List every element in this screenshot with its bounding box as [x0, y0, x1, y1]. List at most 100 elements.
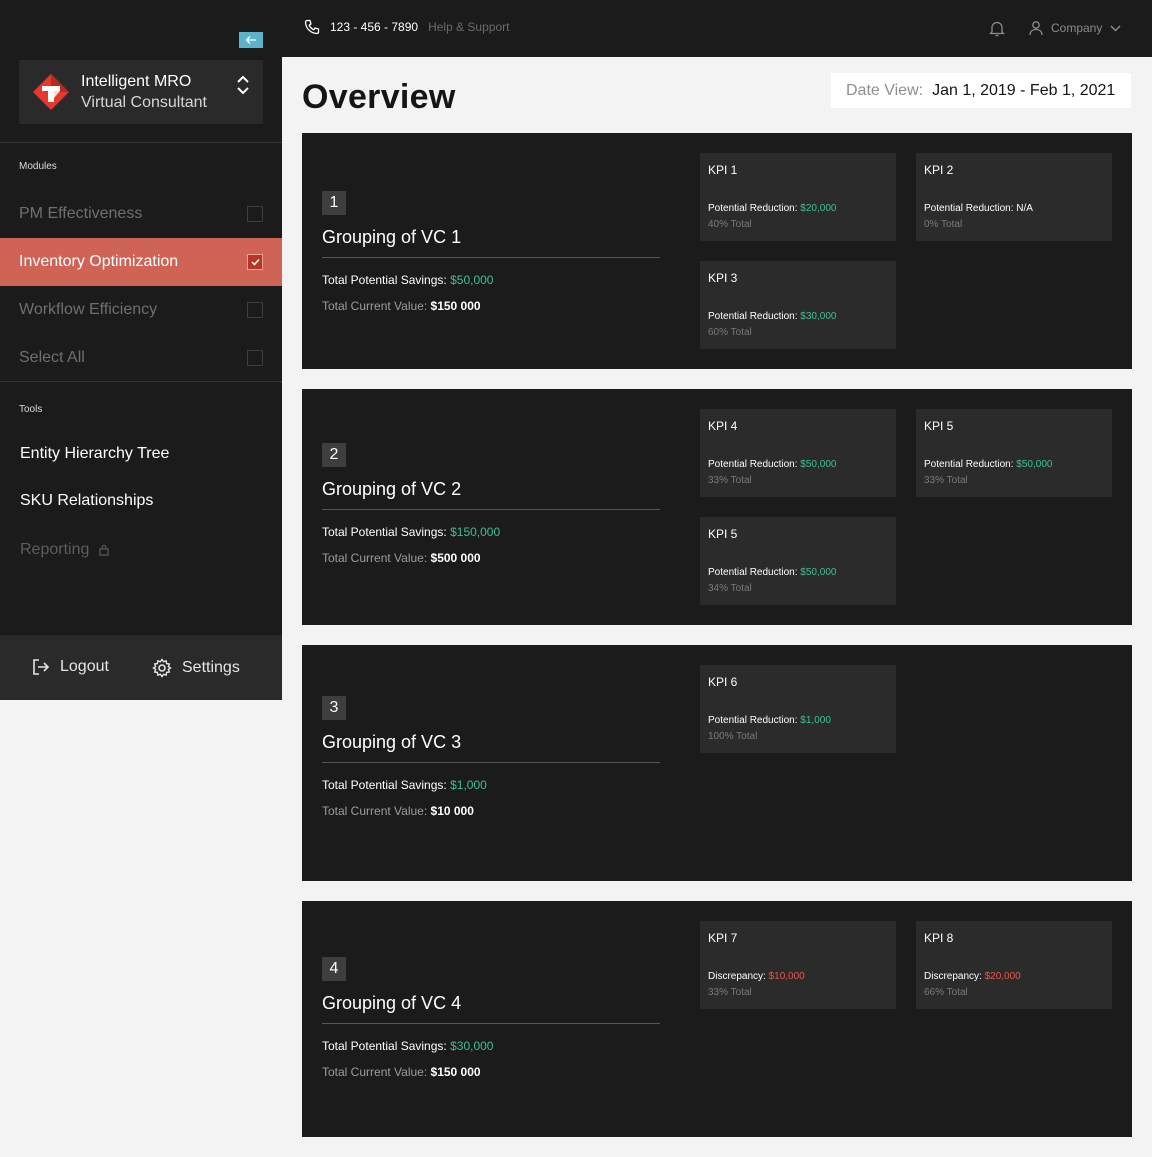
kpi-reduction: Potential Reduction: $50,000	[708, 567, 836, 578]
kpi-reduction-value: $1,000	[800, 715, 831, 726]
current-label: Total Current Value:	[322, 804, 428, 818]
module-checkbox[interactable]	[247, 206, 263, 222]
kpi-card[interactable]: KPI 1 Potential Reduction: $20,000 40% T…	[700, 153, 896, 241]
kpi-total: 33% Total	[708, 987, 752, 998]
settings-button[interactable]: Settings	[152, 658, 240, 678]
kpi-discrepancy-label: Discrepancy:	[708, 971, 766, 982]
total-potential-savings: Total Potential Savings: $150,000	[322, 525, 500, 539]
page-title: Overview	[302, 78, 456, 116]
total-current-value: Total Current Value: $150 000	[322, 1065, 481, 1079]
group-number-badge: 3	[322, 696, 346, 720]
kpi-reduction-label: Potential Reduction:	[708, 567, 798, 578]
sidebar-footer: Logout Settings	[0, 635, 282, 700]
kpi-card[interactable]: KPI 5 Potential Reduction: $50,000 34% T…	[700, 517, 896, 605]
total-potential-savings: Total Potential Savings: $50,000	[322, 273, 493, 287]
kpi-total: 60% Total	[708, 327, 752, 338]
divider	[0, 142, 282, 143]
kpi-reduction-label: Potential Reduction:	[924, 459, 1014, 470]
divider	[0, 381, 282, 382]
tool-reporting[interactable]: Reporting	[20, 541, 109, 559]
kpi-discrepancy-value: $20,000	[984, 971, 1021, 982]
divider	[322, 509, 660, 510]
module-select-all[interactable]: Select All	[0, 334, 282, 382]
collapse-arrow-icon	[245, 36, 256, 44]
kpi-card[interactable]: KPI 8 Discrepancy: $20,000 66% Total	[916, 921, 1112, 1009]
total-potential-savings: Total Potential Savings: $30,000	[322, 1039, 493, 1053]
savings-value: $1,000	[450, 778, 487, 792]
module-workflow-efficiency[interactable]: Workflow Efficiency	[0, 286, 282, 334]
kpi-reduction: Potential Reduction: N/A	[924, 203, 1033, 214]
kpi-reduction-label: Potential Reduction:	[708, 203, 798, 214]
current-value: $10 000	[430, 804, 474, 818]
company-label: Company	[1051, 21, 1103, 35]
gear-icon	[152, 658, 172, 678]
current-value: $500 000	[430, 551, 481, 565]
module-checkbox[interactable]	[247, 302, 263, 318]
kpi-discrepancy: Discrepancy: $10,000	[708, 971, 805, 982]
kpi-reduction-label: Potential Reduction:	[708, 715, 798, 726]
kpi-name: KPI 8	[924, 931, 954, 945]
module-label: PM Effectiveness	[19, 205, 143, 222]
kpi-name: KPI 6	[708, 675, 738, 689]
collapse-sidebar-button[interactable]	[239, 32, 263, 48]
notifications-button[interactable]	[988, 20, 1006, 42]
brand-switcher[interactable]: Intelligent MRO Virtual Consultant	[19, 60, 263, 124]
sidebar: Intelligent MRO Virtual Consultant Modul…	[0, 0, 282, 700]
current-label: Total Current Value:	[322, 1065, 428, 1079]
kpi-discrepancy: Discrepancy: $20,000	[924, 971, 1021, 982]
kpi-card[interactable]: KPI 7 Discrepancy: $10,000 33% Total	[700, 921, 896, 1009]
date-view-label: Date View:	[846, 81, 924, 99]
bell-icon	[988, 21, 1006, 37]
date-range-picker[interactable]: Date View: Jan 1, 2019 - Feb 1, 2021	[831, 73, 1131, 108]
topbar: 123 - 456 - 7890 Help & Support Company	[282, 0, 1152, 57]
group-card-4: 4 Grouping of VC 4 Total Potential Savin…	[302, 901, 1132, 1137]
module-label: Workflow Efficiency	[19, 301, 158, 318]
logout-label: Logout	[60, 658, 109, 675]
kpi-name: KPI 3	[708, 271, 738, 285]
group-title: Grouping of VC 2	[322, 479, 462, 499]
kpi-reduction-label: Potential Reduction:	[708, 311, 798, 322]
kpi-reduction: Potential Reduction: $50,000	[924, 459, 1052, 470]
kpi-total: 40% Total	[708, 219, 752, 230]
kpi-card[interactable]: KPI 2 Potential Reduction: N/A 0% Total	[916, 153, 1112, 241]
group-number-badge: 1	[322, 191, 346, 215]
total-current-value: Total Current Value: $150 000	[322, 299, 481, 313]
group-title: Grouping of VC 3	[322, 732, 462, 752]
logout-icon	[33, 659, 50, 675]
chevron-down-icon	[237, 87, 249, 95]
divider	[322, 762, 660, 763]
check-icon	[250, 258, 260, 266]
phone-icon	[304, 19, 320, 35]
group-title: Grouping of VC 4	[322, 993, 462, 1013]
current-value: $150 000	[430, 1065, 481, 1079]
kpi-reduction: Potential Reduction: $50,000	[708, 459, 836, 470]
savings-value: $150,000	[450, 525, 501, 539]
group-card-3: 3 Grouping of VC 3 Total Potential Savin…	[302, 645, 1132, 881]
account-menu[interactable]: Company	[1029, 20, 1121, 36]
module-checkbox[interactable]	[247, 350, 263, 366]
current-value: $150 000	[430, 299, 481, 313]
brand-subtitle: Virtual Consultant	[81, 94, 207, 111]
tool-entity-hierarchy-tree[interactable]: Entity Hierarchy Tree	[20, 445, 169, 463]
chevron-up-icon	[237, 75, 249, 83]
total-potential-savings: Total Potential Savings: $1,000	[322, 778, 487, 792]
total-current-value: Total Current Value: $10 000	[322, 804, 474, 818]
kpi-card[interactable]: KPI 5 Potential Reduction: $50,000 33% T…	[916, 409, 1112, 497]
module-inventory-optimization[interactable]: Inventory Optimization	[0, 238, 282, 286]
divider	[322, 1023, 660, 1024]
kpi-card[interactable]: KPI 4 Potential Reduction: $50,000 33% T…	[700, 409, 896, 497]
module-pm-effectiveness[interactable]: PM Effectiveness	[0, 190, 282, 238]
contact-info: 123 - 456 - 7890 Help & Support	[304, 19, 509, 35]
total-current-value: Total Current Value: $500 000	[322, 551, 481, 565]
tool-sku-relationships[interactable]: SKU Relationships	[20, 492, 153, 510]
kpi-reduction-label: Potential Reduction: N/A	[924, 203, 1033, 214]
group-number-badge: 2	[322, 443, 346, 467]
kpi-card[interactable]: KPI 6 Potential Reduction: $1,000 100% T…	[700, 665, 896, 753]
kpi-card[interactable]: KPI 3 Potential Reduction: $30,000 60% T…	[700, 261, 896, 349]
logout-button[interactable]: Logout	[32, 658, 109, 676]
current-label: Total Current Value:	[322, 299, 428, 313]
kpi-total: 33% Total	[924, 475, 968, 486]
module-checkbox[interactable]	[247, 254, 263, 270]
kpi-reduction-value: $50,000	[1016, 459, 1053, 470]
help-support-link[interactable]: Help & Support	[428, 20, 509, 34]
